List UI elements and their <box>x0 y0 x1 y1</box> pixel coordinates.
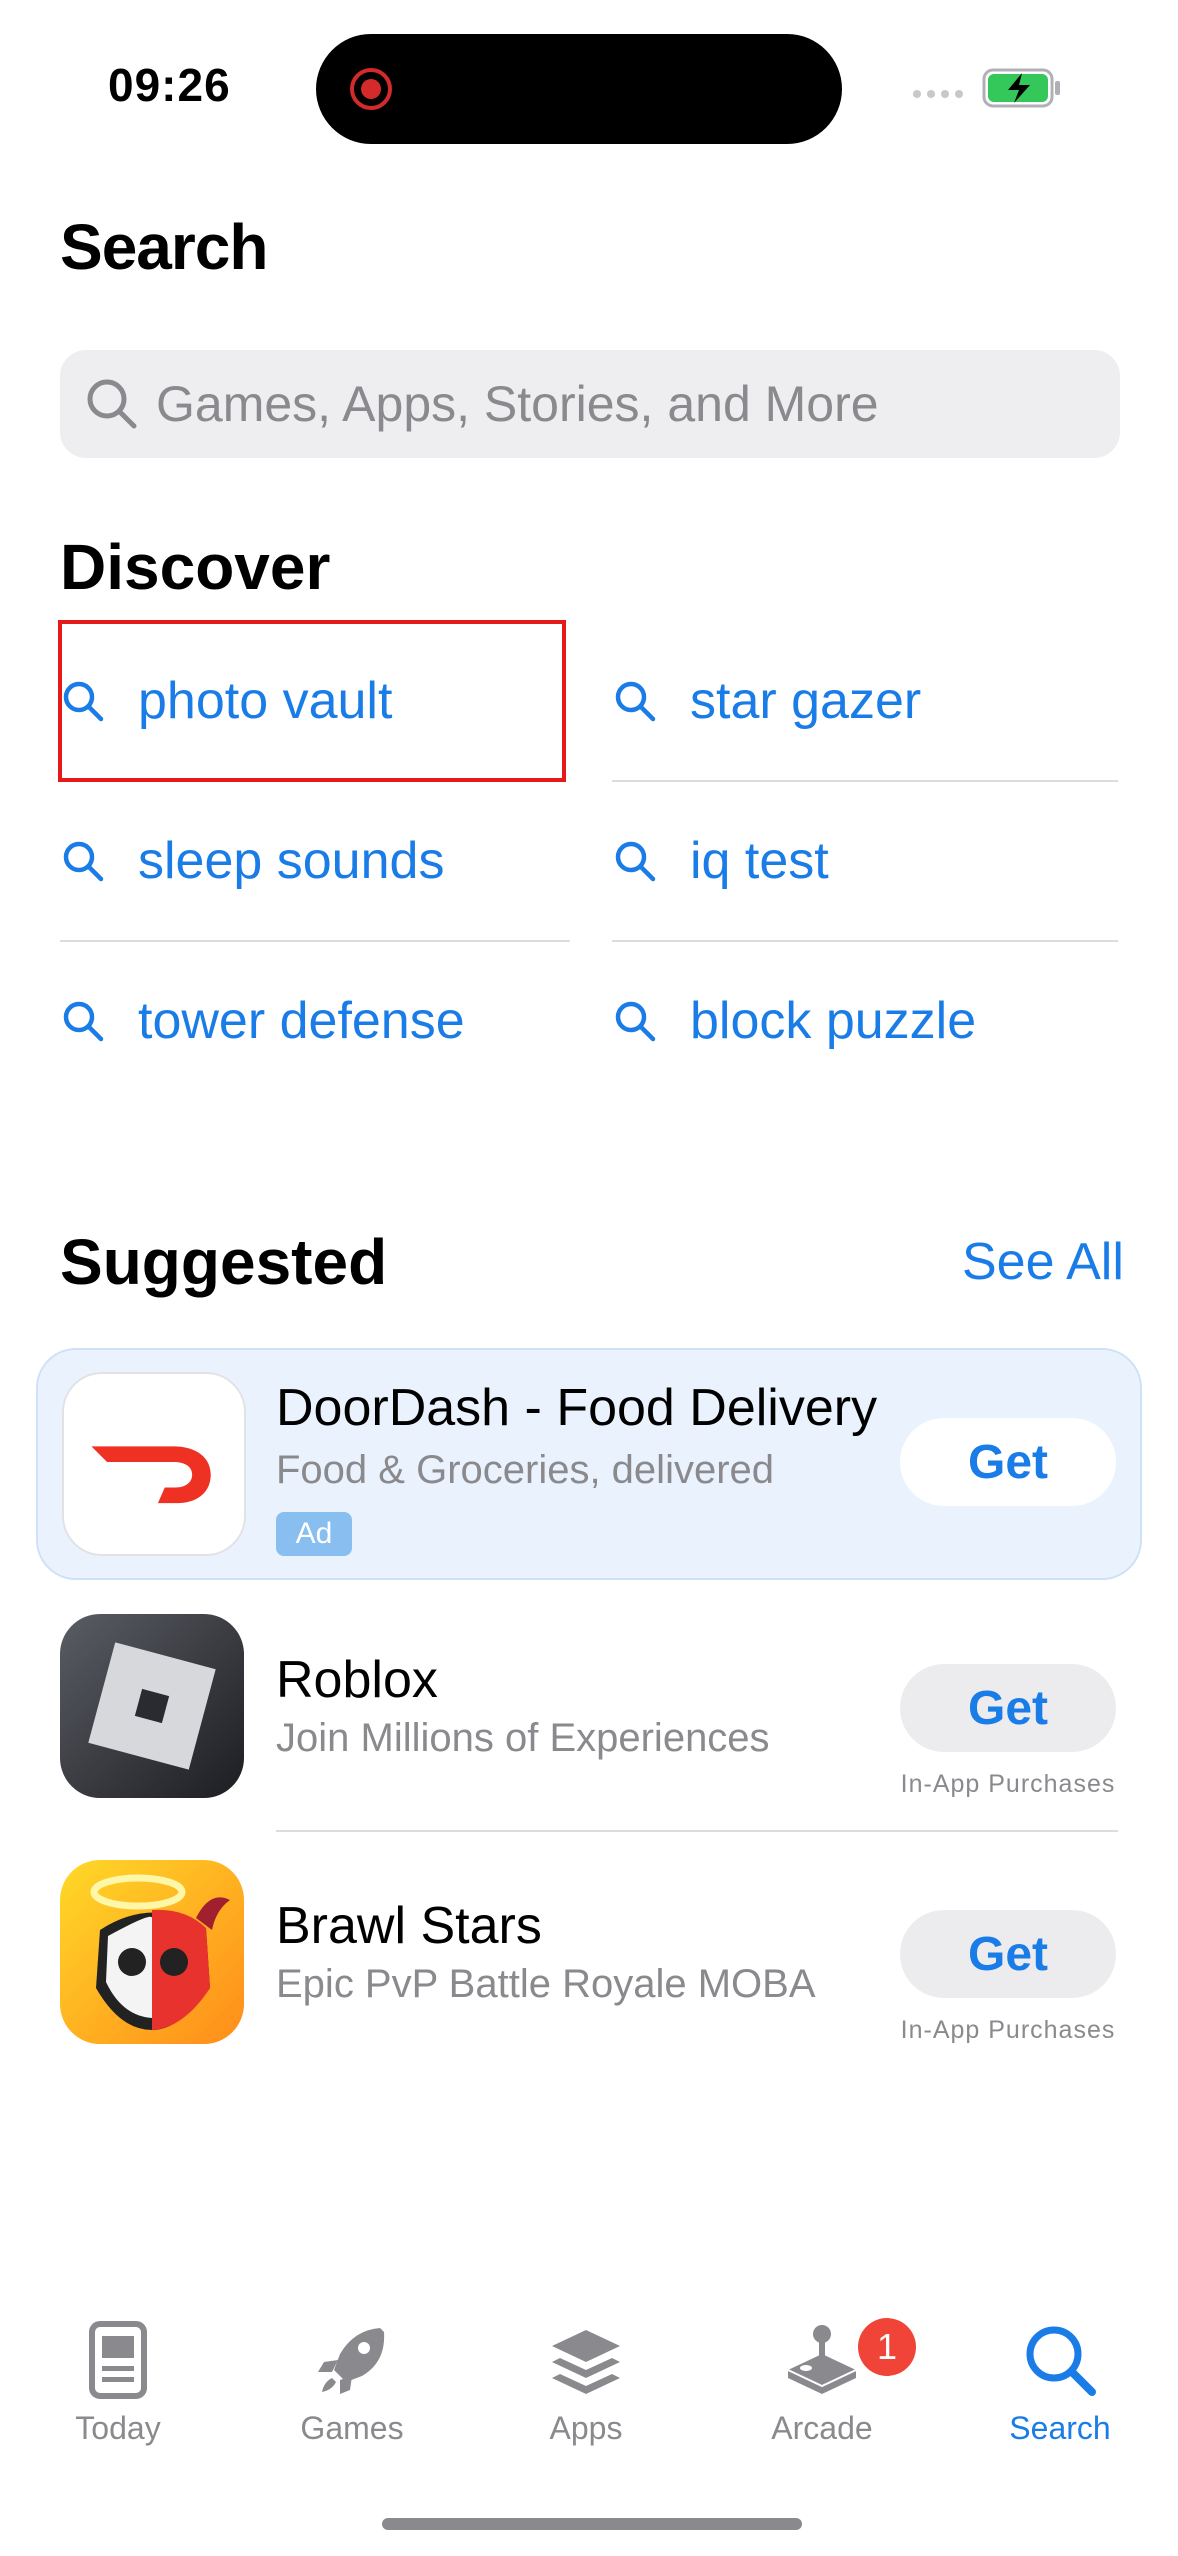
tab-label: Games <box>300 2410 404 2446</box>
tab-label: Search <box>1009 2410 1111 2446</box>
today-icon <box>89 2321 147 2399</box>
search-icon <box>63 1001 104 1042</box>
rocket-icon <box>318 2328 385 2394</box>
joystick-icon <box>787 2325 857 2394</box>
suggested-heading: Suggested <box>60 1226 388 1298</box>
discover-item-tower-defense[interactable]: tower defense <box>60 942 570 1100</box>
discover-item-label: block puzzle <box>690 992 977 1050</box>
tab-games[interactable]: Games <box>252 2320 452 2447</box>
screen-recording-icon <box>350 68 392 110</box>
tab-label: Apps <box>549 2410 623 2446</box>
discover-item-label: iq test <box>690 832 829 890</box>
page-title: Search <box>60 211 268 283</box>
discover-item-label: star gazer <box>690 672 922 730</box>
discover-item-block-puzzle[interactable]: block puzzle <box>612 942 1118 1100</box>
doordash-app-icon[interactable] <box>62 1372 246 1556</box>
get-button-doordash[interactable]: Get <box>900 1418 1116 1506</box>
home-indicator[interactable] <box>382 2518 802 2530</box>
brawl-stars-app-icon[interactable] <box>60 1860 244 2044</box>
cellular-signal-icon <box>913 90 963 98</box>
roblox-app-icon[interactable] <box>60 1614 244 1798</box>
tab-apps[interactable]: Apps <box>486 2320 686 2447</box>
tab-label: Today <box>75 2410 161 2446</box>
discover-item-iq-test[interactable]: iq test <box>612 782 1118 940</box>
doordash-logo-icon <box>91 1446 211 1504</box>
discover-item-label: tower defense <box>138 992 465 1050</box>
app-name: Brawl Stars <box>276 1897 542 1955</box>
in-app-purchases-note: In-App Purchases <box>900 2016 1116 2044</box>
in-app-purchases-note: In-App Purchases <box>900 1770 1116 1798</box>
search-icon <box>615 681 656 722</box>
search-icon <box>63 841 104 882</box>
tab-label: Arcade <box>771 2410 873 2446</box>
search-icon <box>1026 2326 1096 2396</box>
search-icon <box>615 841 656 882</box>
discover-item-label: sleep sounds <box>138 832 445 890</box>
app-subtitle: Food & Groceries, delivered <box>276 1448 775 1492</box>
status-time: 09:26 <box>108 59 231 111</box>
search-input[interactable] <box>156 350 1086 458</box>
discover-item-star-gazer[interactable]: star gazer <box>612 622 1118 780</box>
highlight-box <box>58 620 566 782</box>
app-subtitle: Epic PvP Battle Royale MOBA <box>276 1962 816 2006</box>
discover-item-sleep-sounds[interactable]: sleep sounds <box>60 782 570 940</box>
get-button-roblox[interactable]: Get <box>900 1664 1116 1752</box>
app-name: Roblox <box>276 1651 438 1709</box>
arcade-notification-badge: 1 <box>858 2318 916 2376</box>
app-subtitle: Join Millions of Experiences <box>276 1716 770 1760</box>
layers-icon <box>552 2330 620 2394</box>
discover-heading: Discover <box>60 531 331 603</box>
search-bar[interactable] <box>60 350 1120 458</box>
brawl-stars-logo-icon <box>90 1874 230 2030</box>
battery-charging-icon <box>982 68 1060 108</box>
app-name: DoorDash - Food Delivery <box>276 1379 878 1437</box>
tab-today[interactable]: Today <box>18 2320 218 2447</box>
dynamic-island <box>316 34 842 144</box>
get-button-brawl-stars[interactable]: Get <box>900 1910 1116 1998</box>
search-icon <box>615 1001 656 1042</box>
ad-badge: Ad <box>276 1512 352 1556</box>
divider <box>276 1830 1118 1832</box>
tab-search[interactable]: Search <box>960 2320 1160 2447</box>
see-all-link[interactable]: See All <box>962 1232 1124 1292</box>
roblox-logo-icon <box>88 1642 216 1770</box>
search-icon <box>87 379 137 429</box>
